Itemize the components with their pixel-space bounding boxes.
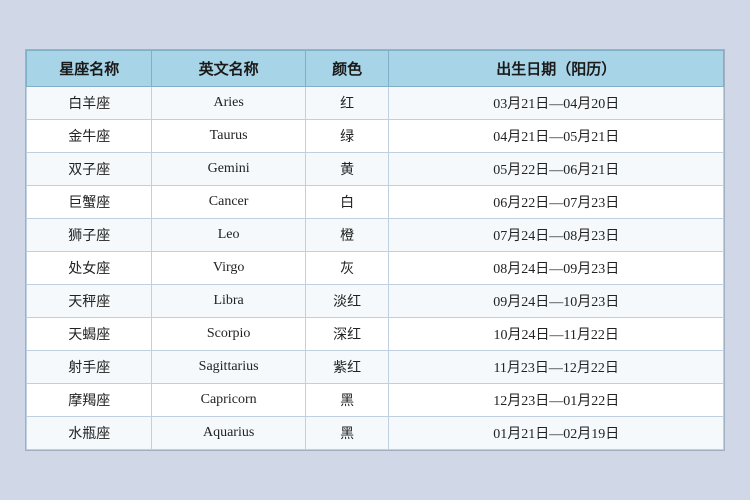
cell-dates: 11月23日—12月22日 [389,351,724,384]
cell-chinese-name: 射手座 [27,351,152,384]
cell-dates: 05月22日—06月21日 [389,153,724,186]
cell-color: 白 [305,186,389,219]
table-row: 白羊座Aries红03月21日—04月20日 [27,87,724,120]
table-row: 双子座Gemini黄05月22日—06月21日 [27,153,724,186]
cell-english-name: Cancer [152,186,305,219]
cell-color: 黄 [305,153,389,186]
cell-chinese-name: 巨蟹座 [27,186,152,219]
cell-dates: 07月24日—08月23日 [389,219,724,252]
cell-english-name: Scorpio [152,318,305,351]
cell-english-name: Sagittarius [152,351,305,384]
cell-english-name: Gemini [152,153,305,186]
cell-english-name: Aquarius [152,417,305,450]
cell-chinese-name: 摩羯座 [27,384,152,417]
cell-english-name: Taurus [152,120,305,153]
cell-dates: 06月22日—07月23日 [389,186,724,219]
cell-color: 绿 [305,120,389,153]
cell-dates: 08月24日—09月23日 [389,252,724,285]
cell-dates: 12月23日—01月22日 [389,384,724,417]
cell-color: 橙 [305,219,389,252]
cell-english-name: Libra [152,285,305,318]
header-color: 颜色 [305,51,389,87]
cell-english-name: Virgo [152,252,305,285]
cell-chinese-name: 双子座 [27,153,152,186]
cell-color: 深红 [305,318,389,351]
cell-color: 黑 [305,417,389,450]
cell-chinese-name: 处女座 [27,252,152,285]
table-row: 处女座Virgo灰08月24日—09月23日 [27,252,724,285]
cell-chinese-name: 白羊座 [27,87,152,120]
cell-english-name: Leo [152,219,305,252]
cell-english-name: Capricorn [152,384,305,417]
cell-english-name: Aries [152,87,305,120]
cell-chinese-name: 金牛座 [27,120,152,153]
table-row: 巨蟹座Cancer白06月22日—07月23日 [27,186,724,219]
header-chinese-name: 星座名称 [27,51,152,87]
cell-color: 紫红 [305,351,389,384]
cell-dates: 03月21日—04月20日 [389,87,724,120]
cell-chinese-name: 狮子座 [27,219,152,252]
cell-dates: 10月24日—11月22日 [389,318,724,351]
cell-dates: 09月24日—10月23日 [389,285,724,318]
header-english-name: 英文名称 [152,51,305,87]
zodiac-table-wrapper: 星座名称 英文名称 颜色 出生日期（阳历） 白羊座Aries红03月21日—04… [25,49,725,451]
cell-dates: 01月21日—02月19日 [389,417,724,450]
table-row: 金牛座Taurus绿04月21日—05月21日 [27,120,724,153]
table-row: 水瓶座Aquarius黑01月21日—02月19日 [27,417,724,450]
cell-dates: 04月21日—05月21日 [389,120,724,153]
cell-color: 灰 [305,252,389,285]
table-row: 天秤座Libra淡红09月24日—10月23日 [27,285,724,318]
table-row: 天蝎座Scorpio深红10月24日—11月22日 [27,318,724,351]
cell-color: 淡红 [305,285,389,318]
cell-chinese-name: 天蝎座 [27,318,152,351]
cell-color: 红 [305,87,389,120]
table-row: 摩羯座Capricorn黑12月23日—01月22日 [27,384,724,417]
cell-chinese-name: 水瓶座 [27,417,152,450]
header-dates: 出生日期（阳历） [389,51,724,87]
table-row: 狮子座Leo橙07月24日—08月23日 [27,219,724,252]
cell-chinese-name: 天秤座 [27,285,152,318]
table-header-row: 星座名称 英文名称 颜色 出生日期（阳历） [27,51,724,87]
table-row: 射手座Sagittarius紫红11月23日—12月22日 [27,351,724,384]
cell-color: 黑 [305,384,389,417]
zodiac-table: 星座名称 英文名称 颜色 出生日期（阳历） 白羊座Aries红03月21日—04… [26,50,724,450]
